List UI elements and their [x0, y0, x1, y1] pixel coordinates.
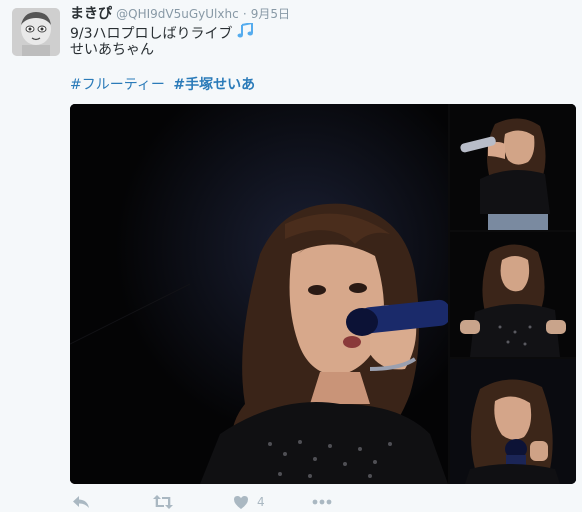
user-handle[interactable]: @QHI9dV5uGyUlxhc — [116, 7, 239, 21]
photo-main[interactable] — [70, 104, 448, 484]
tweet-text-line-2: せいあちゃん — [70, 41, 154, 59]
hashtag-link-fruity[interactable]: #フルーティー — [70, 77, 165, 93]
photo-thumbnail-3-image — [450, 359, 576, 484]
avatar[interactable] — [12, 8, 60, 56]
photo-thumbnail-3[interactable] — [450, 359, 576, 484]
reply-button[interactable] — [72, 492, 90, 512]
photo-thumbnail-2[interactable] — [450, 232, 576, 357]
photo-thumbnail-1-image — [450, 104, 576, 230]
tweet-text-2: せいあちゃん — [70, 42, 154, 58]
retweet-icon — [152, 494, 174, 510]
tweet-text: 9/3ハロプロしばりライブ — [70, 26, 233, 42]
display-name[interactable]: まきぴ — [70, 6, 112, 22]
retweet-button[interactable] — [152, 492, 174, 512]
like-count: 4 — [257, 495, 265, 509]
hashtag-row: #フルーティー #手塚せいあ — [70, 76, 259, 94]
tweet-actions: 4 — [70, 492, 370, 512]
like-button[interactable]: 4 — [233, 492, 265, 512]
music-note-icon — [237, 21, 253, 43]
photo-main-image — [70, 104, 448, 484]
separator-dot: · — [242, 7, 247, 21]
tweet: まきぴ @QHI9dV5uGyUlxhc · 9月5日 9/3ハロプロしばりライ… — [0, 0, 582, 510]
photo-thumbnail-1[interactable] — [450, 104, 576, 230]
hashtag-link-tezuka-seia[interactable]: #手塚せいあ — [173, 77, 255, 93]
more-icon — [312, 499, 332, 505]
media-grid — [70, 104, 576, 484]
timestamp[interactable]: 9月5日 — [251, 7, 290, 21]
avatar-drawing — [12, 8, 60, 56]
reply-icon — [72, 494, 90, 510]
tweet-text-line-1: 9/3ハロプロしばりライブ — [70, 21, 253, 43]
more-button[interactable] — [312, 492, 332, 512]
heart-icon — [233, 495, 249, 510]
photo-thumbnail-2-image — [450, 232, 576, 357]
tweet-header: まきぴ @QHI9dV5uGyUlxhc · 9月5日 — [70, 5, 290, 23]
